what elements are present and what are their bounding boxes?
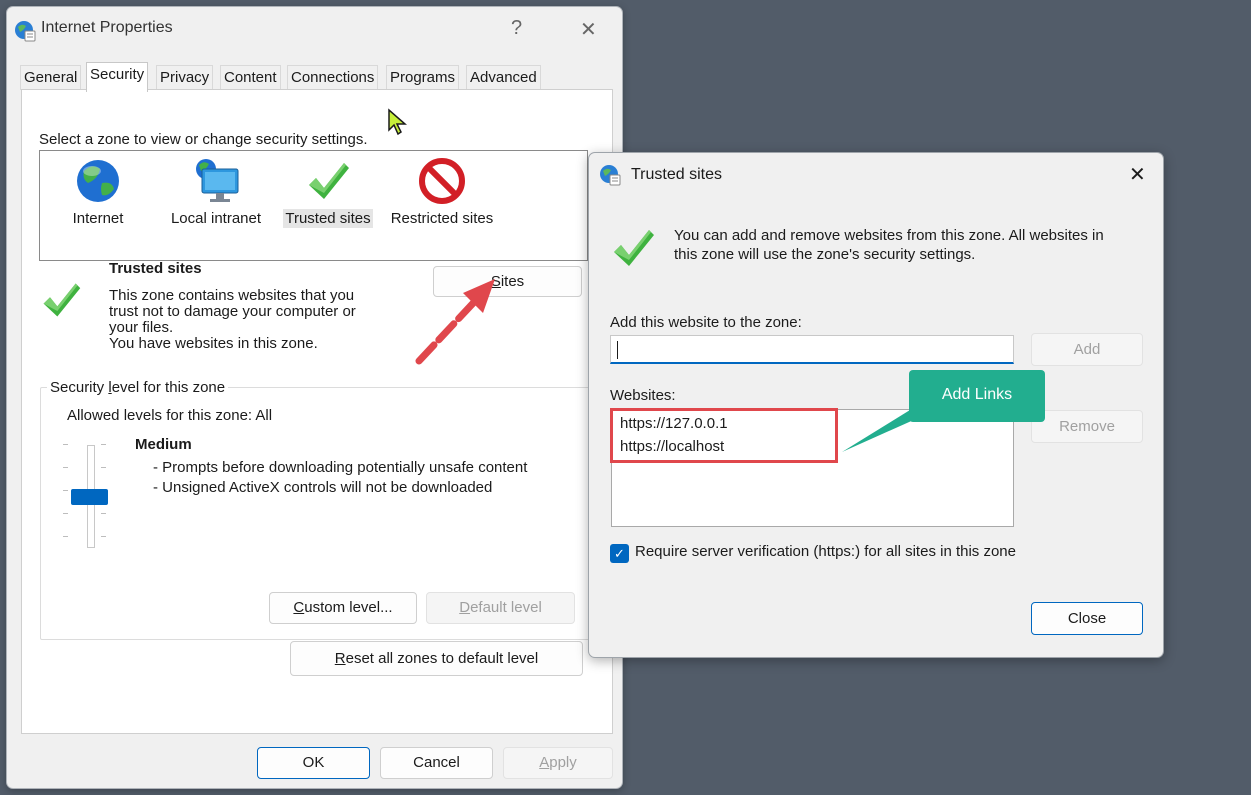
annotation-highlight-box (610, 408, 838, 463)
dialog-info-line: this zone will use the zone's security s… (674, 246, 976, 263)
security-level-details: - Prompts before downloading potentially… (153, 458, 527, 498)
security-level-title-post: evel for this zone (111, 379, 226, 396)
ok-button[interactable]: OK (257, 747, 370, 779)
security-level-bullet: - Unsigned ActiveX controls will not be … (153, 479, 493, 496)
zone-internet-label: Internet (72, 210, 124, 227)
zone-description: This zone contains websites that you tru… (109, 288, 356, 352)
apply-label: pply (549, 754, 577, 771)
sites-label: ites (500, 273, 525, 290)
window-title: Internet Properties (41, 19, 173, 36)
security-level-title: Security level for this zone (47, 379, 229, 396)
checkmark-glyph-icon: ✓ (614, 546, 625, 561)
default-level-label: efault level (470, 599, 542, 616)
remove-button[interactable]: Remove (1031, 410, 1143, 443)
reset-zones-accel: R (334, 650, 346, 667)
trusted-checkmark-icon (614, 230, 654, 266)
security-slider-thumb[interactable] (71, 489, 108, 505)
tab-general[interactable]: General (20, 65, 82, 90)
internet-options-icon (15, 21, 36, 42)
trusted-zone-checkmark-icon (43, 283, 81, 317)
tab-security[interactable]: Security (86, 62, 149, 92)
zone-internet[interactable]: Internet (46, 157, 150, 228)
cancel-button[interactable]: Cancel (380, 747, 493, 779)
zone-description-line: your files. (109, 319, 174, 336)
zone-list: Internet Local intranet Trusted sites Re… (39, 150, 588, 261)
close-dialog-button[interactable]: Close (1031, 602, 1143, 635)
tab-content[interactable]: Content (220, 65, 281, 90)
help-button[interactable]: ? (511, 17, 522, 40)
default-level-accel: D (459, 599, 471, 616)
text-caret (617, 341, 618, 359)
zone-heading: Trusted sites (109, 260, 202, 277)
tab-privacy[interactable]: Privacy (156, 65, 214, 90)
zone-local-intranet[interactable]: Local intranet (156, 157, 276, 228)
zone-restricted-sites-label: Restricted sites (390, 210, 494, 227)
tab-programs[interactable]: Programs (386, 65, 460, 90)
internet-properties-window: Internet Properties ? ✕ General Security… (6, 6, 623, 789)
custom-level-button[interactable]: Custom level... (269, 592, 417, 624)
annotation-arrow-icon (415, 279, 495, 365)
intranet-monitor-icon (196, 159, 239, 202)
zone-note: You have websites in this zone. (109, 335, 318, 352)
slider-tick (63, 513, 68, 514)
mouse-cursor-icon (388, 108, 407, 136)
slider-tick (101, 513, 106, 514)
dialog-info: You can add and remove websites from thi… (674, 226, 1104, 264)
dialog-close-button[interactable]: ✕ (1129, 162, 1146, 187)
zone-trusted-sites[interactable]: Trusted sites (278, 157, 378, 228)
default-level-button[interactable]: Default level (426, 592, 575, 624)
zone-description-line: trust not to damage your computer or (109, 303, 356, 320)
checkmark-icon (309, 163, 349, 199)
apply-accel: A (539, 754, 550, 771)
slider-tick (63, 444, 68, 445)
add-website-input[interactable] (610, 335, 1014, 364)
dialog-info-line: You can add and remove websites from thi… (674, 227, 1104, 244)
add-links-callout: Add Links (909, 370, 1045, 422)
custom-level-accel: C (293, 599, 305, 616)
security-level-title-pre: Security (50, 379, 109, 396)
security-level-bullet: - Prompts before downloading potentially… (153, 459, 528, 476)
slider-tick (101, 467, 106, 468)
reset-zones-button[interactable]: Reset all zones to default level (290, 641, 583, 676)
no-entry-icon (419, 158, 465, 204)
slider-tick (101, 536, 106, 537)
tab-connections[interactable]: Connections (287, 65, 379, 90)
require-verification-checkbox[interactable]: ✓ (610, 544, 629, 563)
custom-level-label: ustom level... (304, 599, 393, 616)
add-website-label: Add this website to the zone: (610, 314, 802, 331)
globe-icon (77, 160, 119, 202)
zone-trusted-sites-label: Trusted sites (283, 209, 373, 228)
slider-tick (63, 467, 68, 468)
allowed-levels-label: Allowed levels for this zone: All (67, 407, 273, 424)
internet-options-icon (600, 165, 621, 186)
zone-restricted-sites[interactable]: Restricted sites (382, 157, 502, 228)
slider-tick (101, 444, 106, 445)
apply-button[interactable]: Apply (503, 747, 613, 779)
reset-zones-label: eset all zones to default level (345, 650, 539, 667)
zone-description-line: This zone contains websites that you (109, 287, 355, 304)
desktop: { "colors": { "desktop": "#525c69", "acc… (0, 0, 1251, 795)
zone-prompt: Select a zone to view or change security… (39, 131, 368, 148)
security-level-name: Medium (135, 436, 192, 453)
tab-advanced[interactable]: Advanced (466, 65, 541, 90)
require-verification-label[interactable]: Require server verification (https:) for… (635, 543, 1016, 560)
slider-tick (63, 490, 68, 491)
zone-local-intranet-label: Local intranet (170, 210, 262, 227)
add-button[interactable]: Add (1031, 333, 1143, 366)
dialog-title: Trusted sites (631, 166, 722, 183)
close-button[interactable]: ✕ (580, 17, 597, 42)
slider-tick (63, 536, 68, 537)
trusted-sites-dialog: Trusted sites ✕ You can add and remove w… (588, 152, 1164, 658)
websites-label: Websites: (610, 387, 676, 404)
